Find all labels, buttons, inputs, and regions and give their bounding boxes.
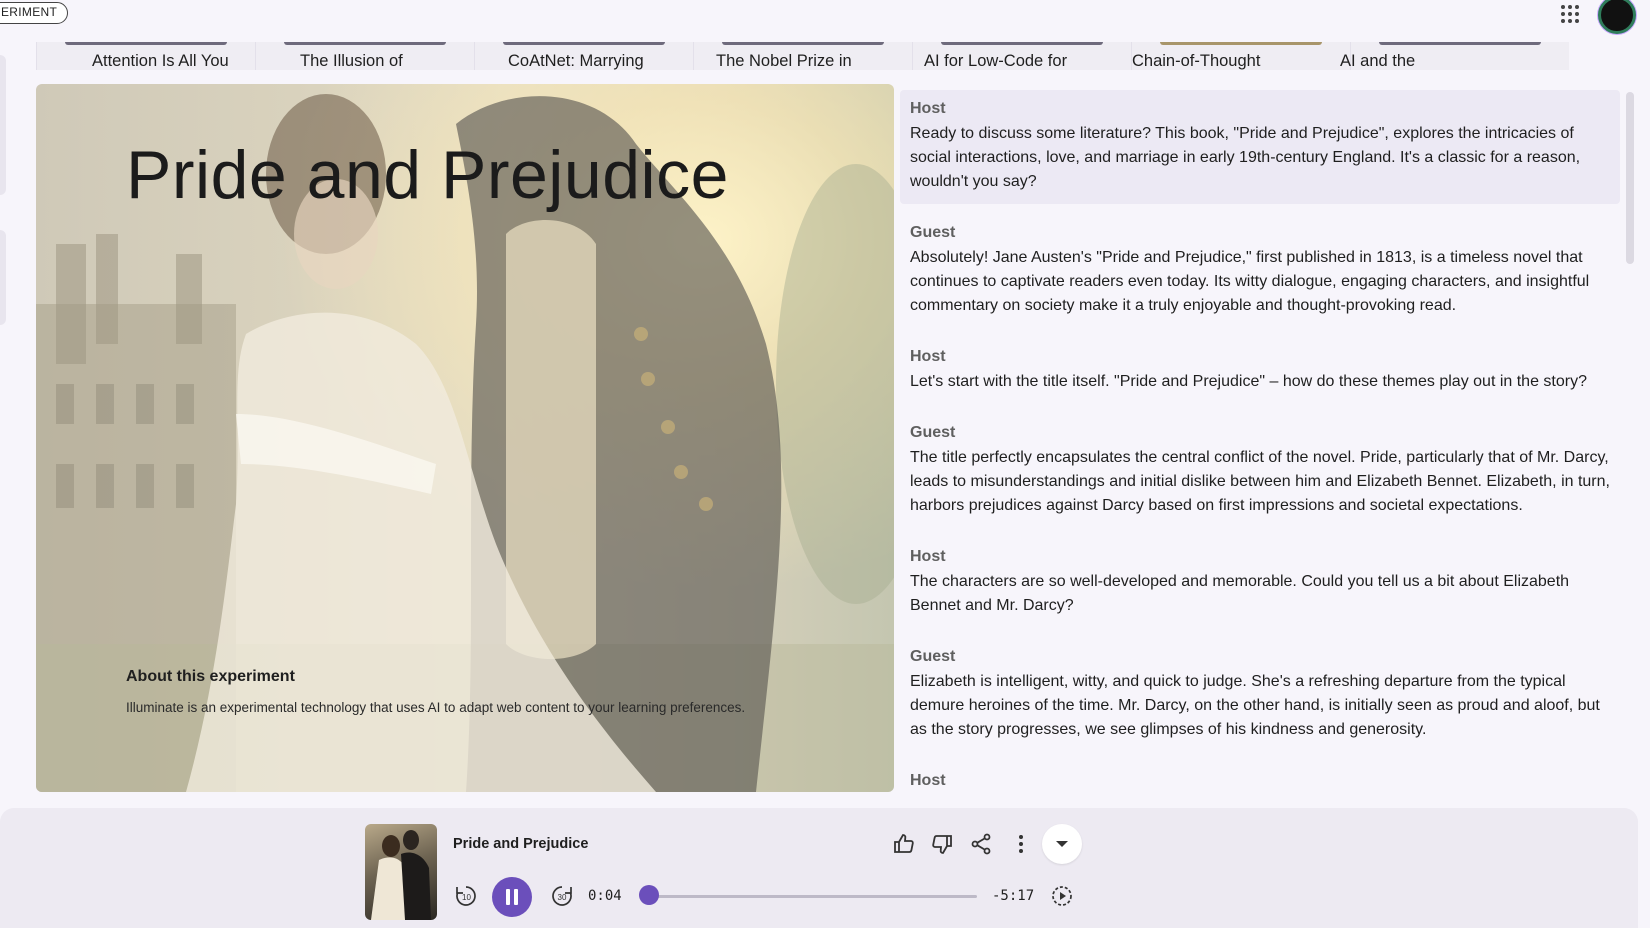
- svg-text:10: 10: [462, 893, 471, 902]
- about-heading: About this experiment: [126, 668, 295, 685]
- carousel-card[interactable]: Chain-of-Thought: [1131, 42, 1350, 70]
- speaker-label: Guest: [910, 224, 956, 241]
- carousel-card[interactable]: The Nobel Prize in: [693, 42, 912, 70]
- transcript-panel: Host Ready to discuss some literature? T…: [900, 90, 1620, 802]
- experiment-badge: ERIMENT: [0, 2, 69, 24]
- progress-track[interactable]: [645, 895, 977, 898]
- side-panel-edge: [0, 55, 6, 195]
- podcast-carousel: Attention Is All You The Illusion of CoA…: [36, 42, 1626, 70]
- transcript-text: Ready to discuss some literature? This b…: [910, 125, 1581, 190]
- carousel-card-title: The Illusion of: [300, 52, 403, 70]
- playback-speed-icon[interactable]: [1048, 882, 1076, 910]
- hero-title: Pride and Prejudice: [126, 137, 729, 213]
- transcript-turn[interactable]: Host The characters are so well-develope…: [900, 538, 1620, 628]
- carousel-card[interactable]: Attention Is All You: [36, 42, 255, 70]
- elapsed-time: 0:04: [588, 888, 622, 904]
- carousel-card-title: AI for Low-Code for: [924, 52, 1068, 70]
- chevron-down-icon[interactable]: [1042, 824, 1082, 864]
- transcript-turn[interactable]: Host: [900, 762, 1620, 802]
- transcript-turn[interactable]: Guest Elizabeth is intelligent, witty, a…: [900, 638, 1620, 752]
- carousel-card-title: CoAtNet: Marrying: [508, 52, 644, 70]
- svg-text:30: 30: [558, 893, 567, 902]
- carousel-card-title: AI and the: [1340, 52, 1416, 70]
- hero-panel: Pride and Prejudice About this experimen…: [36, 84, 894, 792]
- speaker-label: Guest: [910, 648, 956, 665]
- player-track-title: Pride and Prejudice: [453, 836, 589, 852]
- player-artwork: [365, 824, 437, 920]
- carousel-card-title: The Nobel Prize in: [716, 52, 852, 70]
- transcript-turn[interactable]: Host Ready to discuss some literature? T…: [900, 90, 1620, 204]
- transcript-text: The title perfectly encapsulates the cen…: [910, 449, 1610, 514]
- carousel-card[interactable]: AI and the: [1340, 42, 1569, 70]
- speaker-label: Host: [910, 772, 946, 789]
- share-icon[interactable]: [967, 830, 995, 858]
- transcript-text: The characters are so well-developed and…: [910, 573, 1570, 614]
- about-description: Illuminate is an experimental technology…: [126, 700, 746, 715]
- transcript-text: Absolutely! Jane Austen's "Pride and Pre…: [910, 249, 1590, 314]
- more-vert-icon[interactable]: [1007, 830, 1035, 858]
- transcript-text: Elizabeth is intelligent, witty, and qui…: [910, 673, 1600, 738]
- transcript-turn[interactable]: Guest Absolutely! Jane Austen's "Pride a…: [900, 214, 1620, 328]
- forward-30-icon[interactable]: 30: [548, 882, 576, 910]
- pause-icon[interactable]: [492, 877, 532, 917]
- transcript-turn[interactable]: Guest The title perfectly encapsulates t…: [900, 414, 1620, 528]
- transcript-turn[interactable]: Host Let's start with the title itself. …: [900, 338, 1620, 404]
- audio-player: Pride and Prejudice: [0, 808, 1638, 928]
- transcript-text: Let's start with the title itself. "Prid…: [910, 373, 1587, 390]
- carousel-card[interactable]: The Illusion of: [255, 42, 474, 70]
- carousel-card-title: Attention Is All You: [92, 52, 229, 70]
- transcript-scrollbar[interactable]: [1626, 92, 1634, 264]
- speaker-label: Host: [910, 348, 946, 365]
- speaker-label: Guest: [910, 424, 956, 441]
- carousel-card[interactable]: CoAtNet: Marrying: [474, 42, 693, 70]
- side-panel-edge-lower: [0, 230, 6, 325]
- remaining-time: -5:17: [992, 888, 1035, 904]
- apps-grid-icon[interactable]: [1558, 2, 1582, 26]
- speaker-label: Host: [910, 548, 946, 565]
- thumb-up-icon[interactable]: [890, 830, 918, 858]
- carousel-card[interactable]: AI for Low-Code for: [912, 42, 1131, 70]
- speaker-label: Host: [910, 100, 946, 117]
- thumb-down-icon[interactable]: [928, 830, 956, 858]
- replay-10-icon[interactable]: 10: [452, 882, 480, 910]
- account-avatar[interactable]: [1598, 0, 1636, 34]
- carousel-card-title: Chain-of-Thought: [1132, 52, 1261, 70]
